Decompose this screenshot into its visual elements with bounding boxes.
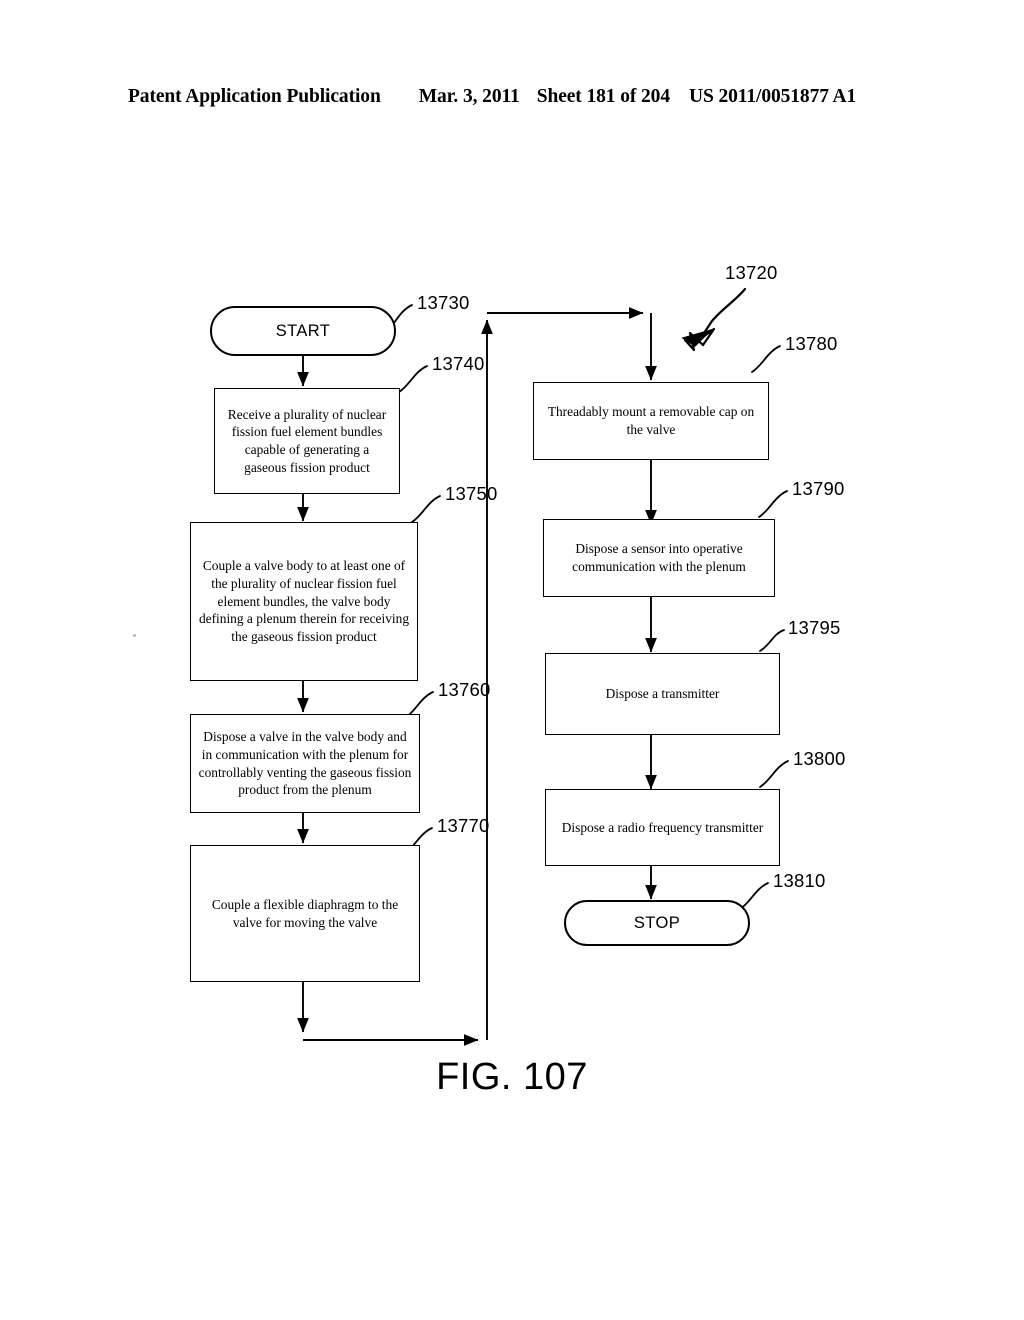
refnum-13740: 13740 bbox=[432, 353, 485, 374]
refnum-13800: 13800 bbox=[793, 748, 846, 769]
refnum-13730: 13730 bbox=[417, 292, 470, 313]
refnum-13780: 13780 bbox=[785, 333, 838, 354]
flow-node-13740-label: Receive a plurality of nuclear fission f… bbox=[227, 406, 387, 475]
flow-node-13760-label: Dispose a valve in the valve body and in… bbox=[198, 729, 412, 798]
flow-node-13750-label: Couple a valve body to at least one of t… bbox=[198, 558, 410, 645]
refnum-13810: 13810 bbox=[773, 870, 826, 891]
refnum-13720: 13720 bbox=[725, 262, 778, 283]
page-header: Patent Application Publication Mar. 3, 2… bbox=[128, 86, 896, 112]
flow-node-13770-label: Couple a flexible diaphragm to the valve… bbox=[211, 896, 399, 930]
leader-13780 bbox=[751, 345, 781, 373]
flow-node-13795-label: Dispose a transmitter bbox=[605, 686, 720, 702]
flow-node-13790-label: Dispose a sensor into operative communic… bbox=[572, 541, 746, 574]
refnum-13760: 13760 bbox=[438, 679, 491, 700]
leader-13810 bbox=[739, 882, 769, 910]
flow-node-13800[interactable]: Dispose a radio frequency transmitter bbox=[545, 789, 780, 866]
flow-node-13740[interactable]: Receive a plurality of nuclear fission f… bbox=[214, 388, 400, 494]
flow-node-13800-label: Dispose a radio frequency transmitter bbox=[561, 819, 764, 835]
flow-node-start[interactable]: START bbox=[210, 306, 396, 356]
refnum-13770: 13770 bbox=[437, 815, 490, 836]
diagram-ref-pointer-13720 bbox=[683, 287, 747, 352]
leader-13790 bbox=[758, 490, 788, 518]
flow-node-13790[interactable]: Dispose a sensor into operative communic… bbox=[543, 519, 775, 597]
flow-node-13760[interactable]: Dispose a valve in the valve body and in… bbox=[190, 714, 420, 813]
flow-node-13750[interactable]: Couple a valve body to at least one of t… bbox=[190, 522, 418, 681]
header-patent-number: US 2011/0051877 A1 bbox=[688, 86, 857, 107]
header-sheet-number: Sheet 181 of 204 bbox=[536, 86, 670, 107]
flow-node-stop-label: STOP bbox=[633, 913, 681, 932]
leader-13800 bbox=[759, 760, 789, 788]
diagram-ref-pointer-13720-head bbox=[681, 328, 714, 347]
flow-node-13780[interactable]: Threadably mount a removable cap on the … bbox=[533, 382, 769, 460]
refnum-13750: 13750 bbox=[445, 483, 498, 504]
flow-node-13795[interactable]: Dispose a transmitter bbox=[545, 653, 780, 735]
leader-13740 bbox=[398, 365, 428, 393]
flow-node-stop[interactable]: STOP bbox=[564, 900, 750, 946]
header-publication-title: Patent Application Publication bbox=[128, 86, 381, 107]
flowchart-connectors bbox=[297, 287, 789, 1046]
refnum-13795: 13795 bbox=[788, 617, 841, 638]
flow-node-13770[interactable]: Couple a flexible diaphragm to the valve… bbox=[190, 845, 420, 982]
leader-13750 bbox=[411, 495, 441, 523]
patent-figure-page: Patent Application Publication Mar. 3, 2… bbox=[0, 0, 1024, 1320]
figure-caption: FIG. 107 bbox=[436, 1056, 588, 1098]
header-publication-date: Mar. 3, 2011 bbox=[418, 86, 520, 107]
scan-speckle bbox=[133, 634, 136, 637]
leader-13795 bbox=[759, 629, 785, 652]
refnum-13790: 13790 bbox=[792, 478, 845, 499]
flow-node-13780-label: Threadably mount a removable cap on the … bbox=[547, 404, 755, 437]
flow-node-start-label: START bbox=[275, 321, 331, 340]
